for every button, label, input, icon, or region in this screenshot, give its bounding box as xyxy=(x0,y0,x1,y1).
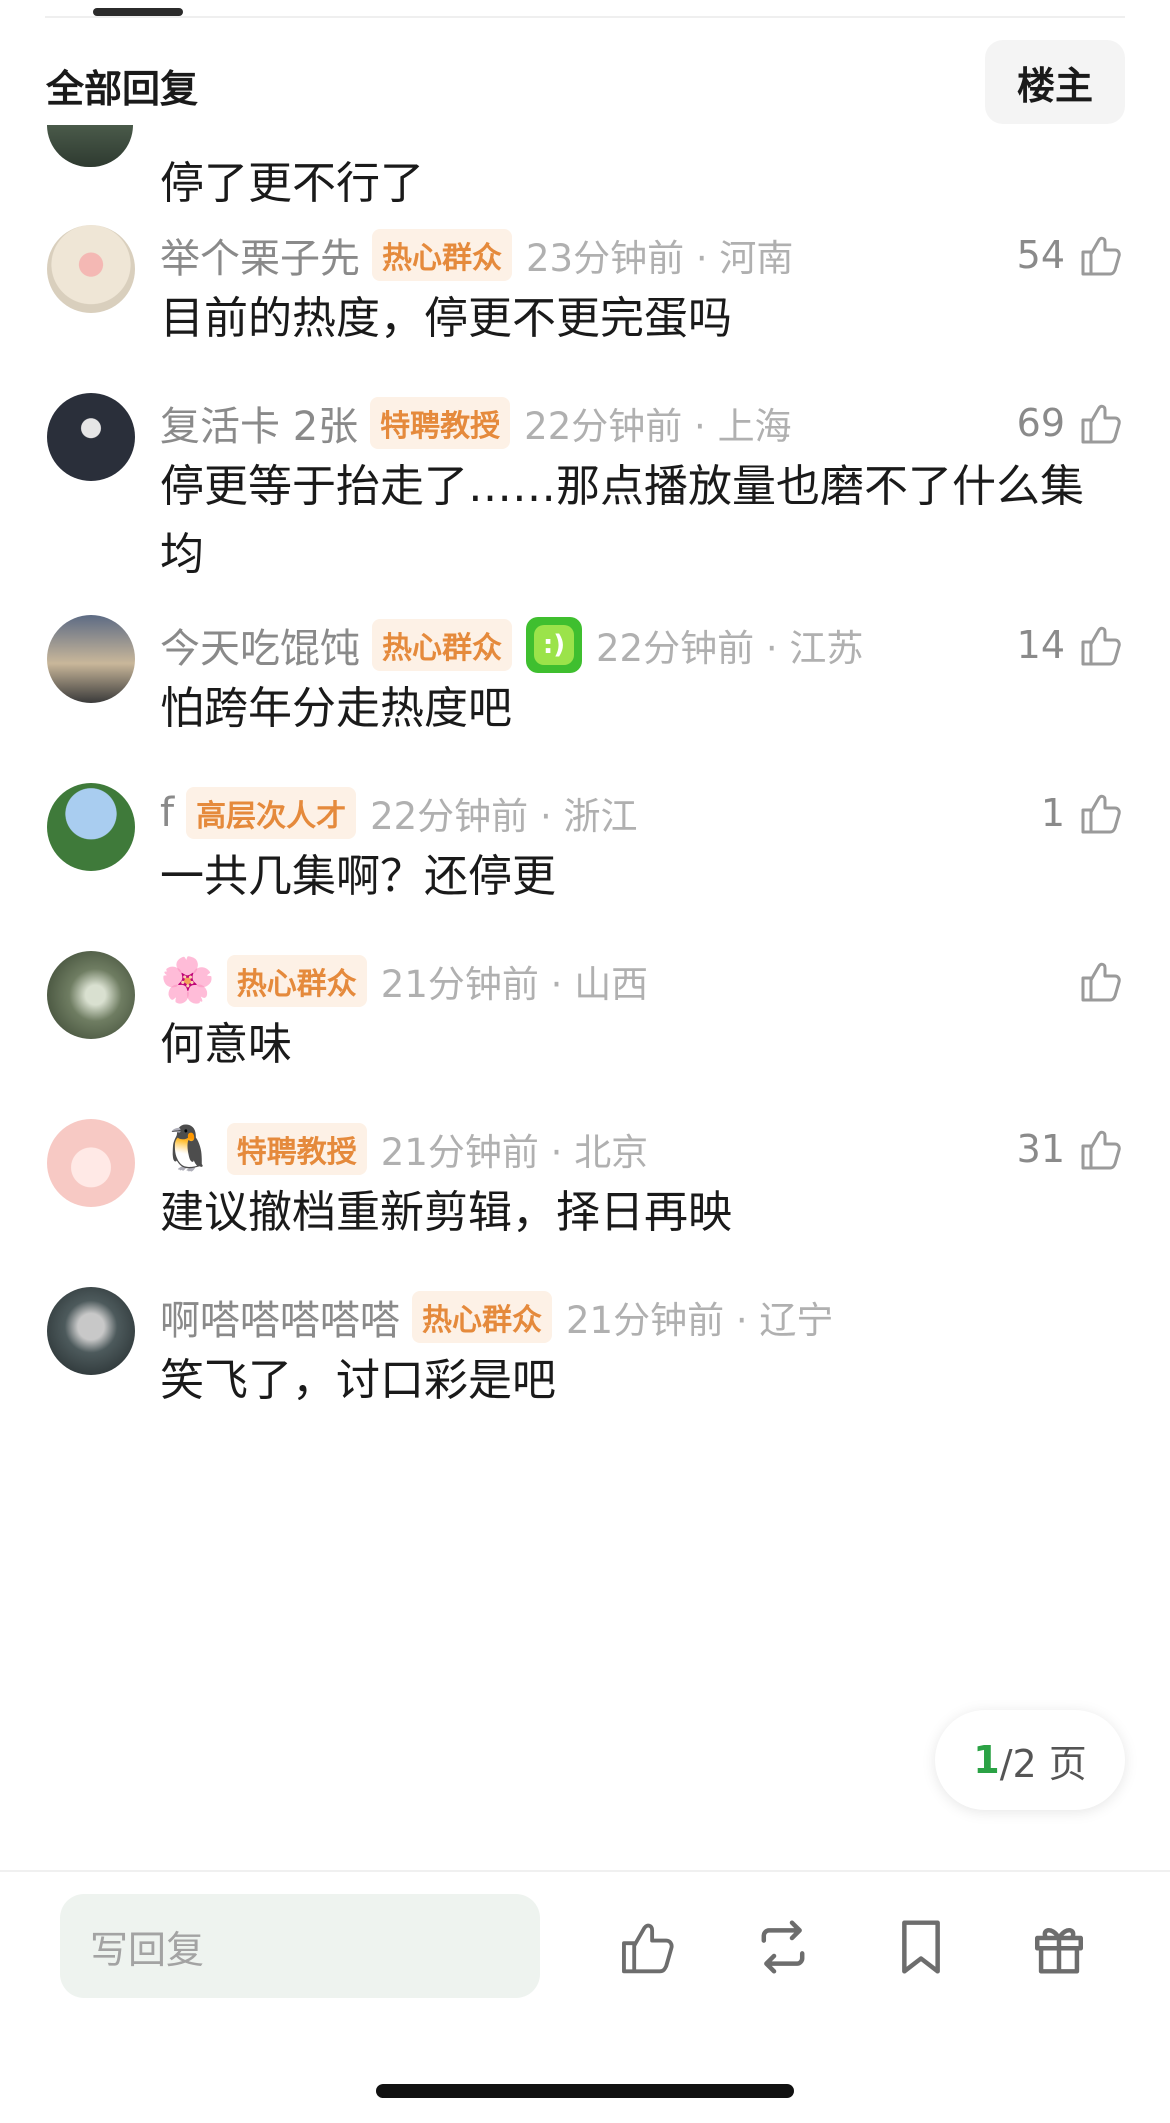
avatar[interactable] xyxy=(47,125,133,167)
timestamp: 21分钟前 · 山西 xyxy=(380,963,649,1006)
like-button[interactable]: 1 xyxy=(1041,783,1125,843)
user-badge: 高层次人才 xyxy=(186,787,357,839)
timestamp: 22分钟前 · 江苏 xyxy=(596,627,864,670)
username[interactable]: f xyxy=(160,790,174,836)
username[interactable]: 今天吃馄饨 xyxy=(160,616,360,674)
comment-meta: 复活卡 2张 特聘教授 22分钟前 · 上海 xyxy=(160,393,792,453)
like-button[interactable]: 31 xyxy=(1017,1119,1125,1179)
like-count: 69 xyxy=(1016,401,1065,445)
like-button[interactable]: 54 xyxy=(1017,225,1125,285)
username[interactable]: 🐧 xyxy=(160,1127,215,1171)
current-page: 1 xyxy=(973,1738,1000,1782)
timestamp: 22分钟前 · 上海 xyxy=(524,405,792,448)
thumbs-up-icon xyxy=(1081,1130,1121,1170)
username[interactable]: 复活卡 2张 xyxy=(160,394,358,452)
avatar[interactable] xyxy=(47,615,135,703)
user-badge: 热心群众 xyxy=(372,619,512,671)
timestamp: 22分钟前 · 浙江 xyxy=(370,795,638,838)
op-filter-button[interactable]: 楼主 xyxy=(985,40,1125,124)
avatar[interactable] xyxy=(47,1287,135,1375)
bookmark-button[interactable] xyxy=(886,1912,956,1982)
like-button[interactable]: 69 xyxy=(1017,393,1125,453)
comment-meta: f 高层次人才 22分钟前 · 浙江 xyxy=(160,783,637,843)
thumbs-up-icon xyxy=(1081,236,1121,276)
like-count: 14 xyxy=(1016,623,1065,667)
like-count: 54 xyxy=(1016,233,1065,277)
user-badge: 特聘教授 xyxy=(370,397,511,449)
comment-content: 笑飞了，讨口彩是吧 xyxy=(160,1355,556,1406)
reply-input[interactable]: 写回复 xyxy=(60,1894,540,1998)
gift-icon xyxy=(1035,1928,1083,1974)
timestamp: 23分钟前 · 河南 xyxy=(526,237,794,280)
like-count: 31 xyxy=(1016,1127,1065,1171)
user-badge: 热心群众 xyxy=(412,1291,552,1343)
user-badge: 热心群众 xyxy=(372,229,512,281)
comment-content: 一共几集啊？还停更 xyxy=(160,851,556,902)
thumbs-up-icon xyxy=(1081,404,1121,444)
comment-meta: 🐧 特聘教授 21分钟前 · 北京 xyxy=(160,1119,648,1179)
comment-content: 目前的热度，停更不更完蛋吗 xyxy=(160,293,732,344)
user-badge: 特聘教授 xyxy=(226,1123,367,1175)
comment-content: 怕跨年分走热度吧 xyxy=(160,683,512,734)
comment-content: 停了更不行了 xyxy=(160,158,424,209)
avatar[interactable] xyxy=(47,225,135,313)
comment-content: 建议撤档重新剪辑，择日再映 xyxy=(160,1187,732,1238)
timestamp: 21分钟前 · 辽宁 xyxy=(566,1299,834,1342)
like-post-button[interactable] xyxy=(612,1912,682,1982)
username[interactable]: 🌸 xyxy=(160,959,215,1003)
home-indicator xyxy=(376,2084,794,2098)
thumbs-up-icon xyxy=(1081,962,1121,1002)
comment-meta: 啊嗒嗒嗒嗒嗒 热心群众 21分钟前 · 辽宁 xyxy=(160,1287,833,1347)
like-button[interactable] xyxy=(1065,951,1125,1011)
tab-indicator xyxy=(93,8,183,16)
avatar[interactable] xyxy=(47,1119,135,1207)
comment-meta: 🌸 热心群众 21分钟前 · 山西 xyxy=(160,951,648,1011)
thumbs-up-icon xyxy=(622,1923,674,1974)
gift-button[interactable] xyxy=(1024,1912,1094,1982)
comment-meta: 举个栗子先 热心群众 23分钟前 · 河南 xyxy=(160,225,793,285)
divider xyxy=(45,16,1125,18)
repost-icon xyxy=(761,1920,805,1974)
comment-content: 停更等于抬走了……那点播放量也磨不了什么集均 xyxy=(160,461,1084,580)
repost-button[interactable] xyxy=(748,1912,818,1982)
comment-list[interactable]: 停了更不行了 举个栗子先 热心群众 23分钟前 · 河南 54 目前的热度，停更… xyxy=(0,125,1170,1870)
pagination-indicator[interactable]: 1/2 页 xyxy=(935,1710,1125,1810)
avatar[interactable] xyxy=(47,951,135,1039)
user-badge: 热心群众 xyxy=(226,955,367,1007)
comment-meta: 今天吃馄饨 热心群众 :) 22分钟前 · 江苏 xyxy=(160,615,863,675)
username[interactable]: 啊嗒嗒嗒嗒嗒 xyxy=(160,1288,400,1346)
username[interactable]: 举个栗子先 xyxy=(160,226,360,284)
thumbs-up-icon xyxy=(1081,626,1121,666)
avatar[interactable] xyxy=(47,783,135,871)
thumbs-up-icon xyxy=(1081,794,1121,834)
like-button[interactable]: 14 xyxy=(1017,615,1125,675)
all-replies-title: 全部回复 xyxy=(46,67,199,111)
bottom-action-bar: 写回复 xyxy=(0,1870,1170,2123)
total-pages: /2 页 xyxy=(999,1741,1087,1786)
smiley-badge-icon: :) xyxy=(526,617,582,673)
timestamp: 21分钟前 · 北京 xyxy=(380,1131,649,1174)
bookmark-icon xyxy=(902,1920,940,1974)
comment-content: 何意味 xyxy=(160,1019,292,1070)
replies-header: 全部回复 楼主 xyxy=(0,40,1170,125)
avatar[interactable] xyxy=(47,393,135,481)
like-count: 1 xyxy=(1040,791,1065,835)
